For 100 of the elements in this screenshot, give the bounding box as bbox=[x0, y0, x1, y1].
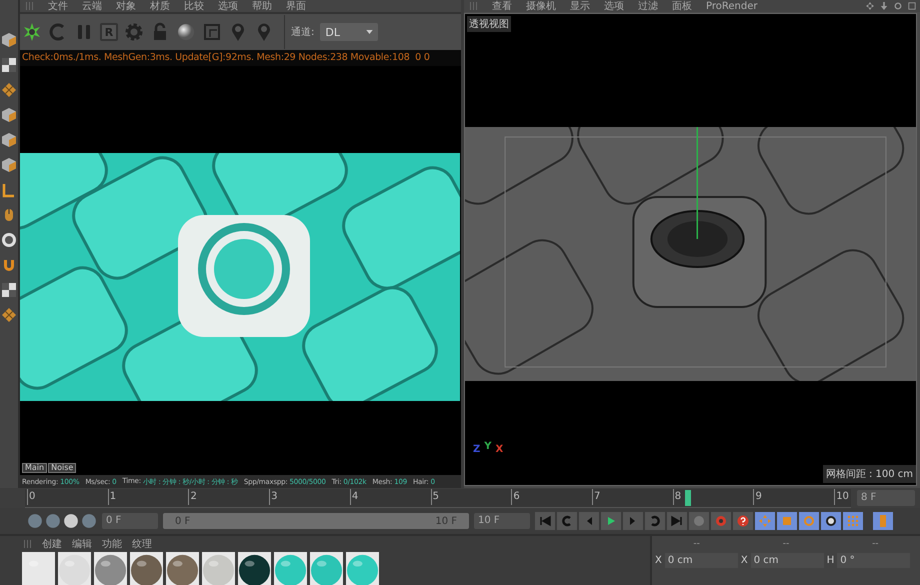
frame-number: 0 bbox=[27, 488, 36, 505]
timeline-ruler[interactable]: 0 1 2 3 4 5 6 7 8 9 10 bbox=[25, 488, 851, 508]
menu-item[interactable]: 创建 bbox=[42, 538, 62, 550]
caret-icon bbox=[366, 30, 374, 34]
material-swatch[interactable] bbox=[346, 552, 379, 585]
coordinate-field[interactable]: 0 cm bbox=[750, 553, 824, 568]
circle-icon bbox=[693, 515, 705, 528]
axis-label: Z bbox=[473, 444, 480, 455]
menu-item[interactable]: ProRender bbox=[706, 0, 758, 12]
cube-icon[interactable] bbox=[1, 132, 17, 148]
tab[interactable]: Noise bbox=[48, 463, 76, 474]
menu-item[interactable]: 比较 bbox=[184, 0, 204, 12]
material-swatch[interactable] bbox=[238, 552, 271, 585]
material-swatch[interactable] bbox=[202, 552, 235, 585]
column-header: -- bbox=[782, 539, 790, 550]
grid-spacing-label: 网格间距 : 100 cm bbox=[822, 465, 916, 484]
menu-item[interactable]: 选项 bbox=[604, 0, 624, 12]
move-button[interactable] bbox=[755, 512, 775, 530]
menu-item[interactable]: 界面 bbox=[286, 0, 306, 12]
menu-item[interactable]: 查看 bbox=[492, 0, 512, 12]
move-icon bbox=[759, 515, 771, 528]
end-frame-field[interactable]: 10 F bbox=[474, 513, 530, 530]
bracket-icon[interactable] bbox=[1, 182, 17, 198]
material-swatch[interactable] bbox=[130, 552, 163, 585]
material-swatch[interactable] bbox=[166, 552, 199, 585]
film-icon bbox=[877, 515, 889, 528]
window-icon[interactable] bbox=[908, 2, 916, 10]
tab[interactable]: Main bbox=[22, 463, 48, 474]
coordinate-field[interactable]: 0 ° bbox=[837, 553, 910, 568]
skip-start-icon bbox=[539, 515, 551, 528]
record-icon bbox=[715, 515, 727, 528]
parameter-button[interactable] bbox=[821, 512, 841, 530]
magnet-icon[interactable] bbox=[1, 257, 17, 273]
checker-icon[interactable] bbox=[1, 57, 17, 73]
channel-dropdown[interactable]: DL bbox=[320, 23, 378, 41]
menu-item[interactable]: 材质 bbox=[150, 0, 170, 12]
help-icon bbox=[737, 515, 749, 528]
menu-item[interactable]: 对象 bbox=[116, 0, 136, 12]
frame-field[interactable]: 8 F bbox=[857, 490, 915, 506]
material-swatch[interactable] bbox=[58, 552, 91, 585]
axis-label: Y bbox=[484, 441, 492, 454]
axis-label: H bbox=[826, 555, 834, 566]
frame-number: 9 bbox=[753, 488, 762, 505]
menu-item[interactable]: 摄像机 bbox=[526, 0, 556, 12]
film-button[interactable] bbox=[873, 512, 893, 530]
frame-number: 5 bbox=[430, 488, 439, 505]
playhead[interactable] bbox=[684, 490, 691, 506]
frame-icon[interactable] bbox=[202, 22, 222, 42]
rotate-icon[interactable] bbox=[894, 2, 902, 10]
coordinate-field[interactable]: 0 cm bbox=[664, 553, 738, 568]
rewind-button[interactable] bbox=[557, 512, 577, 530]
play-button[interactable] bbox=[601, 512, 621, 530]
material-swatch[interactable] bbox=[310, 552, 343, 585]
viewport-title: 透视视图 bbox=[467, 16, 511, 32]
menu-item[interactable]: 纹理 bbox=[132, 538, 152, 550]
first-frame-button[interactable] bbox=[535, 512, 555, 530]
arrow-down-icon[interactable] bbox=[880, 2, 888, 10]
rotate-icon bbox=[803, 515, 815, 528]
grid-icon[interactable] bbox=[1, 82, 17, 98]
circle-icon[interactable] bbox=[1, 232, 17, 248]
step-back-button[interactable] bbox=[579, 512, 599, 530]
rotate-button[interactable] bbox=[799, 512, 819, 530]
menu-item[interactable]: 选项 bbox=[218, 0, 238, 12]
menu-item[interactable]: 帮助 bbox=[252, 0, 272, 12]
settings-icon[interactable] bbox=[124, 22, 144, 42]
channel-label: 通道: bbox=[291, 26, 314, 39]
sphere-icon[interactable] bbox=[176, 22, 196, 42]
menu-item[interactable]: 文件 bbox=[48, 0, 68, 12]
checker-icon[interactable] bbox=[1, 282, 17, 298]
frame-number: 1 bbox=[108, 488, 116, 505]
frame-number: 4 bbox=[350, 488, 358, 505]
cube-icon[interactable] bbox=[1, 107, 17, 123]
material-swatch[interactable] bbox=[22, 552, 55, 585]
help-button[interactable] bbox=[733, 512, 753, 530]
menu-item[interactable]: 编辑 bbox=[72, 538, 92, 550]
material-swatch[interactable] bbox=[274, 552, 307, 585]
move-icon[interactable] bbox=[866, 2, 874, 10]
frame-number: 10 bbox=[834, 488, 849, 505]
step-forward-button[interactable] bbox=[623, 512, 643, 530]
menu-item[interactable]: 云端 bbox=[82, 0, 102, 12]
cube-icon[interactable] bbox=[1, 32, 17, 48]
material-swatch[interactable] bbox=[94, 552, 127, 585]
menu-item[interactable]: 面板 bbox=[672, 0, 692, 12]
start-frame-field[interactable]: 0 F bbox=[102, 513, 158, 530]
last-frame-button[interactable] bbox=[667, 512, 687, 530]
menu-item[interactable]: 功能 bbox=[102, 538, 122, 550]
dots-button[interactable] bbox=[843, 512, 863, 530]
frame-range-slider[interactable]: 0 F 10 F bbox=[163, 513, 469, 530]
grid-icon[interactable] bbox=[1, 307, 17, 323]
starburst-icon[interactable] bbox=[22, 22, 42, 42]
menu-item[interactable]: 显示 bbox=[570, 0, 590, 12]
scale-button[interactable] bbox=[777, 512, 797, 530]
cube-icon[interactable] bbox=[1, 157, 17, 173]
column-header: -- bbox=[693, 539, 700, 550]
frame-number: 6 bbox=[511, 488, 520, 505]
menu-item[interactable]: 过滤 bbox=[638, 0, 658, 12]
key-button[interactable] bbox=[689, 512, 709, 530]
loop-button[interactable] bbox=[645, 512, 665, 530]
axis-label: X bbox=[655, 555, 662, 566]
sphere-icon[interactable] bbox=[63, 513, 79, 530]
